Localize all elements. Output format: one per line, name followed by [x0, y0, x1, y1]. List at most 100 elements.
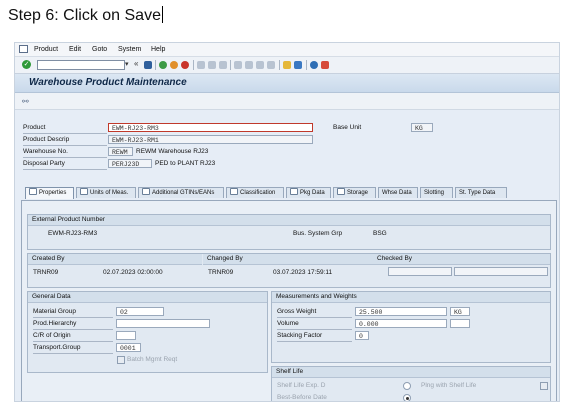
toolbar-separator	[306, 60, 307, 70]
general-data-group: General Data Material Group 02 Prod.Hier…	[27, 291, 268, 373]
planning-shelf-life-label: Plng with Shelf Life	[421, 382, 477, 389]
prod-hierarchy-field[interactable]	[116, 319, 210, 328]
tab-icon	[142, 188, 150, 195]
menu-goto[interactable]: Goto	[92, 46, 107, 53]
tab-label: Storage	[347, 190, 369, 196]
planning-shelf-life-checkbox[interactable]	[540, 382, 548, 390]
base-unit-label: Base Unit	[333, 124, 362, 131]
menu-product[interactable]: Product	[34, 46, 58, 53]
menu-help[interactable]: Help	[151, 46, 165, 53]
sap-window: Product Edit Goto System Help ✓ ▾ « Ware…	[14, 42, 560, 402]
batch-mgmt-checkbox[interactable]	[117, 356, 125, 364]
country-of-origin-field[interactable]	[116, 331, 136, 340]
tab-label: Slotting	[424, 190, 445, 196]
layout-icon[interactable]	[321, 61, 329, 69]
command-field[interactable]	[37, 60, 125, 70]
menu-system[interactable]: System	[118, 46, 141, 53]
prod-hierarchy-label: Prod.Hierarchy	[33, 320, 77, 327]
tab-icon	[80, 188, 88, 195]
tab-additional-gtins[interactable]: Additional GTINs/EANs	[138, 187, 224, 198]
bus-system-grp-label: Bus. System Grp	[293, 230, 343, 237]
transport-group-field[interactable]: 0001	[116, 343, 141, 352]
label-underline	[277, 329, 352, 330]
label-underline	[33, 353, 113, 354]
create-session-icon[interactable]	[283, 61, 291, 69]
tab-label: Properties	[39, 190, 67, 196]
external-product-header: External Product Number	[28, 215, 550, 226]
tab-st-type-data[interactable]: St. Type Data	[455, 187, 507, 198]
cancel-icon[interactable]	[181, 61, 189, 69]
product-descrip-label: Product Descrip	[23, 136, 70, 143]
label-underline	[33, 317, 113, 318]
tab-icon	[290, 188, 298, 195]
toolbar-separator	[230, 60, 231, 70]
tab-pkg-data[interactable]: Pkg Data	[286, 187, 331, 198]
command-dropdown-icon[interactable]: ▾	[125, 60, 129, 68]
tab-properties[interactable]: Properties	[25, 187, 74, 199]
material-group-label: Material Group	[33, 308, 76, 315]
label-underline	[23, 169, 107, 170]
warehouse-label: Warehouse No.	[23, 148, 68, 155]
enter-icon[interactable]: ✓	[22, 60, 31, 69]
shelf-life-exp-radio[interactable]	[403, 382, 411, 390]
disposal-party-field[interactable]: PERJ23D	[108, 159, 152, 168]
tab-units-of-meas[interactable]: Units of Meas.	[76, 187, 136, 198]
changed-on-time: 03.07.2023 17:59:11	[273, 269, 333, 276]
command-history-icon[interactable]: «	[134, 59, 138, 68]
product-descrip-field[interactable]: EWM-RJ23-RM1	[108, 135, 313, 144]
save-icon[interactable]	[144, 61, 152, 69]
disposal-party-label: Disposal Party	[23, 160, 65, 167]
menu-window-icon[interactable]	[19, 45, 28, 53]
admin-data-group: Created By Changed By Checked By TRNR09 …	[27, 253, 551, 288]
base-unit-field[interactable]: KG	[411, 123, 433, 132]
menu-bar: Product Edit Goto System Help	[15, 43, 559, 57]
best-before-radio[interactable]	[403, 394, 411, 401]
tab-slotting[interactable]: Slotting	[420, 187, 453, 198]
batch-mgmt-label: Batch Mgmt Reqt	[127, 356, 178, 363]
tab-label: Classification	[240, 190, 276, 196]
back-icon[interactable]	[159, 61, 167, 69]
stacking-factor-field[interactable]: 0	[355, 331, 369, 340]
material-group-field[interactable]: 02	[116, 307, 164, 316]
best-before-label: Best-Before Date	[277, 394, 327, 401]
display-change-icon[interactable]: ⚯	[22, 97, 29, 106]
shortcut-icon[interactable]	[294, 61, 302, 69]
next-page-icon[interactable]	[256, 61, 264, 69]
volume-field[interactable]: 0.000	[355, 319, 447, 328]
exit-icon[interactable]	[170, 61, 178, 69]
label-underline	[33, 329, 113, 330]
weight-unit-field[interactable]: KG	[450, 307, 470, 316]
tab-storage[interactable]: Storage	[333, 187, 376, 198]
product-field[interactable]: EWM-RJ23-RM3	[108, 123, 313, 132]
warehouse-description: REWM Warehouse RJ23	[136, 148, 209, 155]
tab-whse-data[interactable]: Whse Data	[378, 187, 418, 198]
tab-icon	[230, 188, 238, 195]
application-toolbar: ⚯	[15, 93, 559, 110]
volume-unit-field[interactable]	[450, 319, 470, 328]
find-next-icon[interactable]	[219, 61, 227, 69]
tab-classification[interactable]: Classification	[226, 187, 284, 198]
label-underline	[33, 341, 113, 342]
find-icon[interactable]	[208, 61, 216, 69]
tab-label: Additional GTINs/EANs	[152, 190, 215, 196]
country-of-origin-label: C/R of Origin	[33, 332, 71, 339]
page-title: Warehouse Product Maintenance	[29, 77, 187, 88]
product-label: Product	[23, 124, 46, 131]
first-page-icon[interactable]	[234, 61, 242, 69]
warehouse-field[interactable]: REWM	[108, 147, 133, 156]
created-on-time: 02.07.2023 02:00:00	[103, 269, 163, 276]
checked-by-user-field	[388, 267, 452, 276]
previous-page-icon[interactable]	[245, 61, 253, 69]
toolbar-separator	[279, 60, 280, 70]
label-underline	[277, 317, 352, 318]
shelf-life-exp-label: Shelf Life Exp. D	[277, 382, 326, 389]
print-icon[interactable]	[197, 61, 205, 69]
label-underline	[23, 133, 107, 134]
shelf-life-header: Shelf Life	[272, 367, 550, 378]
last-page-icon[interactable]	[267, 61, 275, 69]
tab-icon	[29, 188, 37, 195]
gross-weight-field[interactable]: 25.500	[355, 307, 447, 316]
menu-edit[interactable]: Edit	[69, 46, 81, 53]
help-icon[interactable]	[310, 61, 318, 69]
external-product-value: EWM-RJ23-RM3	[48, 230, 98, 237]
